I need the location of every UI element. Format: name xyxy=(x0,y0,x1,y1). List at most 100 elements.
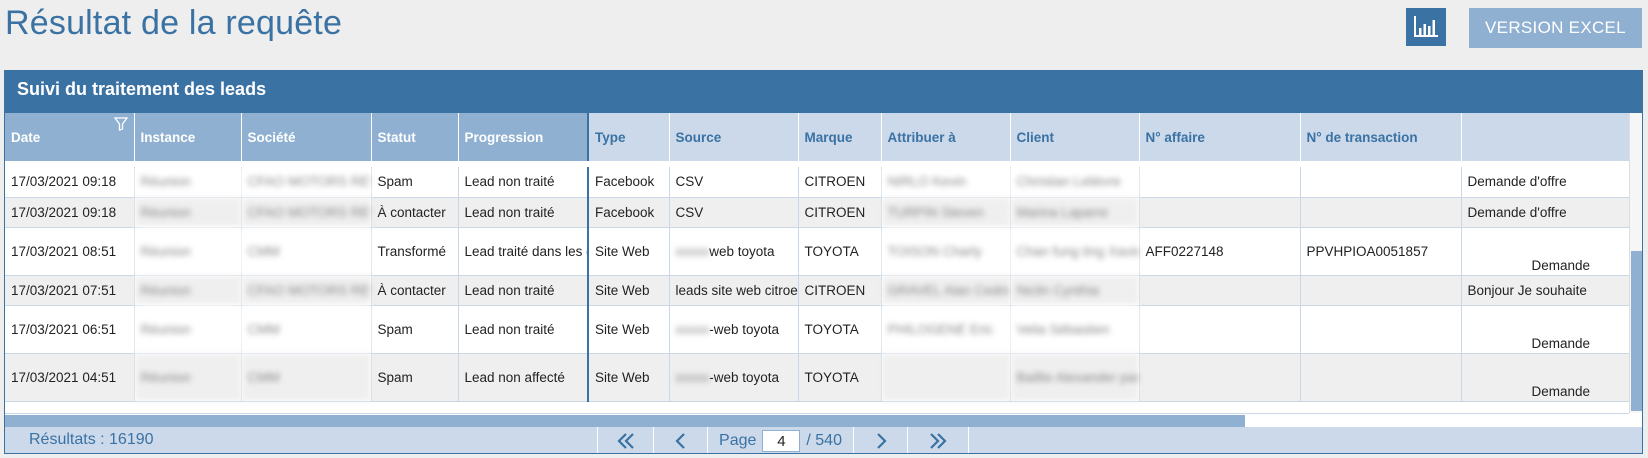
col-header-attribuer[interactable]: Attribuer à xyxy=(881,113,1011,161)
cell-type: Site Web xyxy=(588,305,670,354)
cell-affaire xyxy=(1139,305,1301,354)
col-header-marque[interactable]: Marque xyxy=(798,113,882,161)
cell-progression: Lead non affecté xyxy=(458,353,589,402)
cell-type: Site Web xyxy=(588,275,670,306)
table-row[interactable]: 17/03/2021 06:51 Réunion CMM Spam Lead n… xyxy=(5,305,1629,354)
double-chevron-right-icon xyxy=(930,433,947,449)
cell-marque: CITROEN xyxy=(798,275,882,306)
cell-transaction xyxy=(1300,353,1462,402)
cell-marque: CITROEN xyxy=(798,197,882,228)
leads-grid: Date Instance Société Statut Progression… xyxy=(5,113,1629,413)
cell-source: CSV xyxy=(669,197,799,228)
col-header-date[interactable]: Date xyxy=(5,113,135,161)
cell-instance: Réunion xyxy=(134,167,242,198)
cell-societe: CMM xyxy=(241,353,372,402)
cell-extra: Demande xyxy=(1461,227,1629,276)
cell-source: xxxxx-web toyota xyxy=(669,353,799,402)
cell-source: xxxxxweb toyota xyxy=(669,227,799,276)
cell-progression: Lead non traité xyxy=(458,305,589,354)
cell-attribuer xyxy=(881,353,1011,402)
cell-transaction xyxy=(1300,167,1462,198)
cell-date: 17/03/2021 06:51 xyxy=(5,305,135,354)
cell-affaire xyxy=(1139,353,1301,402)
source-text: -web toyota xyxy=(709,369,780,385)
cell-affaire xyxy=(1139,167,1301,198)
col-header-transaction[interactable]: N° de transaction xyxy=(1300,113,1462,161)
cell-source: xxxxx-web toyota xyxy=(669,305,799,354)
double-chevron-left-icon xyxy=(616,433,634,449)
cell-source: CSV xyxy=(669,167,799,198)
cell-marque: TOYOTA xyxy=(798,227,882,276)
last-page-button[interactable] xyxy=(907,427,969,453)
cell-societe: CFAO MOTORS REUNION xyxy=(241,197,372,228)
cell-attribuer: TURPIN Steven xyxy=(881,197,1011,228)
col-header-societe[interactable]: Société xyxy=(241,113,372,161)
cell-instance: Réunion xyxy=(134,353,242,402)
cell-progression: Lead non traité xyxy=(458,167,589,198)
cell-date: 17/03/2021 08:51 xyxy=(5,227,135,276)
cell-extra: Demande xyxy=(1461,305,1629,354)
filter-icon[interactable] xyxy=(113,117,128,131)
excel-version-button[interactable]: VERSION EXCEL xyxy=(1469,8,1642,48)
source-prefix: xxxxx xyxy=(675,321,710,337)
cell-statut: Spam xyxy=(371,167,459,198)
cell-statut: Spam xyxy=(371,353,459,402)
cell-extra: Demande xyxy=(1461,353,1629,402)
cell-client: Baillie Alexander pascal xyxy=(1010,353,1140,402)
next-page-button[interactable] xyxy=(853,427,907,453)
cell-client: Christian Lelièvre xyxy=(1010,167,1140,198)
chart-button[interactable] xyxy=(1406,8,1446,46)
col-header-instance[interactable]: Instance xyxy=(134,113,242,161)
cell-transaction xyxy=(1300,305,1462,354)
cell-marque: CITROEN xyxy=(798,167,882,198)
horizontal-scroll-thumb[interactable] xyxy=(5,415,1245,427)
cell-progression: Lead traité dans les délais xyxy=(458,227,589,276)
cell-statut: Transformé xyxy=(371,227,459,276)
col-header-progression[interactable]: Progression xyxy=(458,113,589,161)
table-row[interactable]: 17/03/2021 09:18 Réunion CFAO MOTORS REU… xyxy=(5,197,1629,228)
cell-marque: TOYOTA xyxy=(798,305,882,354)
cell-date: 17/03/2021 09:18 xyxy=(5,197,135,228)
vertical-scroll-thumb[interactable] xyxy=(1631,251,1642,411)
cell-extra: Demande d'offre xyxy=(1461,167,1629,198)
page-title: Résultat de la requête xyxy=(5,4,343,42)
cell-societe: CFAO MOTORS REUNION xyxy=(241,167,372,198)
cell-date: 17/03/2021 09:18 xyxy=(5,167,135,198)
cell-affaire xyxy=(1139,275,1301,306)
table-row[interactable]: 17/03/2021 09:18 Réunion CFAO MOTORS REU… xyxy=(5,167,1629,198)
cell-marque: TOYOTA xyxy=(798,353,882,402)
cell-attribuer: GRAVEL Alan Cedric xyxy=(881,275,1011,306)
first-page-button[interactable] xyxy=(597,427,653,453)
source-text: web toyota xyxy=(709,243,775,259)
col-header-statut[interactable]: Statut xyxy=(371,113,459,161)
cell-statut: À contacter xyxy=(371,197,459,228)
vertical-scrollbar[interactable] xyxy=(1629,113,1642,413)
leads-panel: Suivi du traitement des leads Date Insta… xyxy=(4,70,1643,454)
horizontal-scrollbar[interactable] xyxy=(5,413,1629,427)
cell-extra: Bonjour Je souhaite xyxy=(1461,275,1629,306)
cell-date: 17/03/2021 07:51 xyxy=(5,275,135,306)
cell-societe: CMM xyxy=(241,227,372,276)
table-row[interactable]: 17/03/2021 07:51 Réunion CFAO MOTORS REU… xyxy=(5,275,1629,306)
source-text: -web toyota xyxy=(709,321,780,337)
cell-type: Facebook xyxy=(588,197,670,228)
page-total: / 540 xyxy=(806,432,842,449)
panel-title: Suivi du traitement des leads xyxy=(5,71,1642,113)
cell-statut: À contacter xyxy=(371,275,459,306)
cell-type: Site Web xyxy=(588,227,670,276)
chevron-right-icon xyxy=(876,433,887,449)
cell-date: 17/03/2021 04:51 xyxy=(5,353,135,402)
col-header-affaire[interactable]: N° affaire xyxy=(1139,113,1301,161)
source-prefix: xxxxx xyxy=(675,243,710,259)
table-row[interactable]: 17/03/2021 04:51 Réunion CMM Spam Lead n… xyxy=(5,353,1629,402)
col-header-source[interactable]: Source xyxy=(669,113,799,161)
cell-progression: Lead non traité xyxy=(458,197,589,228)
cell-attribuer: TOISON Charly xyxy=(881,227,1011,276)
col-header-extra[interactable] xyxy=(1461,113,1629,161)
table-row[interactable]: 17/03/2021 08:51 Réunion CMM Transformé … xyxy=(5,227,1629,276)
col-header-type[interactable]: Type xyxy=(588,113,670,161)
prev-page-button[interactable] xyxy=(653,427,707,453)
cell-type: Site Web xyxy=(588,353,670,402)
page-number-input[interactable] xyxy=(762,430,801,452)
col-header-client[interactable]: Client xyxy=(1010,113,1140,161)
